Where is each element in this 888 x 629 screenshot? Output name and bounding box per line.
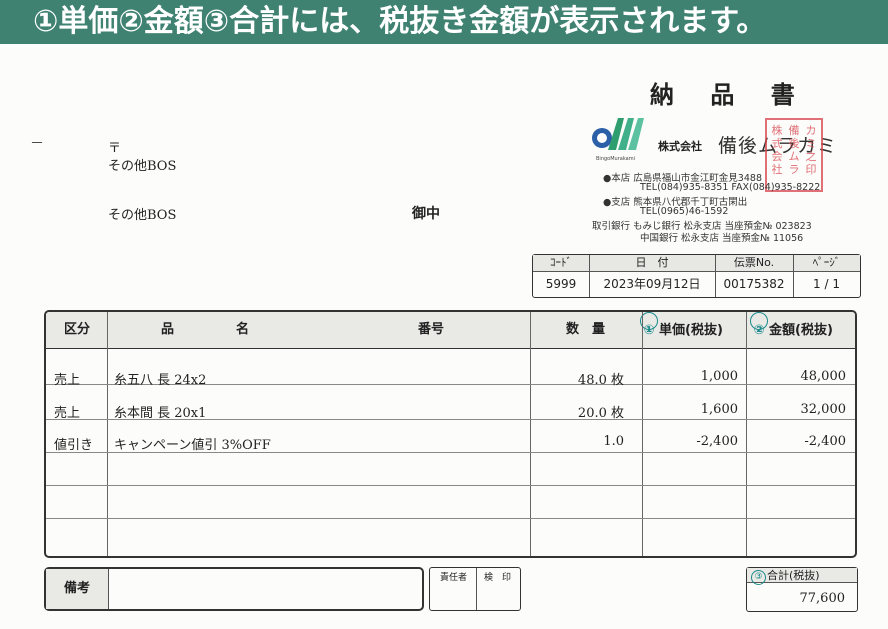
col-amount-label: 金額(税抜) — [769, 323, 833, 338]
circle-2-icon: ② — [750, 312, 768, 338]
remarks-box: 備考 — [44, 567, 424, 611]
row-divider — [46, 518, 855, 519]
bank-line-2: 中国銀行 松永支店 当座預金№ 11056 — [640, 233, 804, 244]
row-3-item: キャンペーン値引 3%OFF — [114, 438, 271, 453]
col-kubun: 区分 — [64, 322, 91, 337]
row-1-qty: 48.0 枚 — [577, 373, 624, 388]
code-value: 5999 — [545, 277, 577, 291]
row-divider — [46, 485, 855, 486]
row-3-price: -2,400 — [696, 434, 738, 449]
branch-tel: TEL(0965)46-1592 — [640, 206, 729, 217]
date-value: 2023年09月12日 — [603, 277, 701, 291]
row-2-amount: 32,000 — [800, 402, 847, 417]
col-price: ① 単価(税抜) — [640, 312, 723, 349]
row-2-qty: 20.0 枚 — [577, 406, 624, 421]
col-hin: 品 — [161, 322, 175, 337]
margin-dash: － — [30, 136, 44, 152]
page-header: ﾍﾟｰｼﾞ — [793, 255, 860, 272]
slip-no-header: 伝票No. — [715, 255, 793, 272]
customer-name: その他BOS — [108, 208, 177, 223]
page-value: 1 / 1 — [813, 277, 840, 291]
postal-mark: 〒 — [108, 141, 122, 156]
instruction-banner: ①単価②金額③合計には、税抜き金額が表示されます。 — [0, 0, 888, 44]
col-qty: 数 量 — [566, 322, 606, 337]
col-amount: ② 金額(税抜) — [750, 312, 833, 349]
items-table: 区分 品 名 番号 数 量 ① 単価(税抜) ② 金額(税抜) 売上 糸五八 長 2… — [44, 310, 857, 558]
responsible-label: 責任者 — [440, 573, 468, 583]
total-header: ③ 合計(税抜) — [747, 568, 857, 585]
company-seal: 株式会社備後ムラカミ之印 — [765, 118, 823, 192]
inspection-label: 検 印 — [484, 573, 512, 583]
total-label: 合計(税抜) — [767, 569, 820, 582]
divider — [476, 568, 477, 610]
row-3-kubun: 値引き — [54, 438, 94, 453]
date-header: 日 付 — [589, 255, 715, 272]
total-value: 77,600 — [799, 591, 846, 606]
row-1-item: 糸五八 長 24x2 — [114, 373, 207, 388]
col-price-label: 単価(税抜) — [659, 323, 723, 338]
row-1-kubun: 売上 — [54, 373, 81, 388]
approval-box: 責任者 検 印 — [429, 567, 521, 611]
row-1-price: 1,000 — [700, 369, 738, 384]
hq-tel: TEL(084)935-8351 FAX(084)935-8222 — [640, 182, 821, 193]
document-title: 納 品 書 — [650, 80, 809, 109]
row-2-kubun: 売上 — [54, 406, 81, 421]
col-bango: 番号 — [418, 322, 445, 337]
customer-address: その他BOS — [108, 159, 177, 174]
remarks-label: 備考 — [46, 569, 109, 609]
table-header: 区分 品 名 番号 数 量 ① 単価(税抜) ② 金額(税抜) — [46, 312, 855, 349]
row-2-item: 糸本間 長 20x1 — [114, 406, 207, 421]
slip-info-box: ｺｰﾄﾞ 日 付 伝票No. ﾍﾟｰｼﾞ 5999 2023年09月12日 00… — [532, 254, 861, 298]
circle-3-icon: ③ — [751, 570, 766, 585]
row-1-amount: 48,000 — [800, 369, 847, 384]
honorific: 御中 — [412, 206, 440, 222]
company-type: 株式会社 — [658, 140, 702, 153]
row-2-price: 1,600 — [700, 402, 738, 417]
code-header: ｺｰﾄﾞ — [533, 255, 589, 272]
divider — [107, 312, 108, 556]
row-3-amount: -2,400 — [804, 434, 846, 449]
col-mei: 名 — [236, 322, 250, 337]
slip-no-value: 00175382 — [723, 277, 785, 291]
logo-caption: BingoMurakami — [596, 156, 635, 162]
company-logo-icon — [592, 118, 644, 150]
row-3-qty: 1.0 — [603, 434, 624, 449]
total-box: ③ 合計(税抜) 77,600 — [746, 567, 858, 612]
